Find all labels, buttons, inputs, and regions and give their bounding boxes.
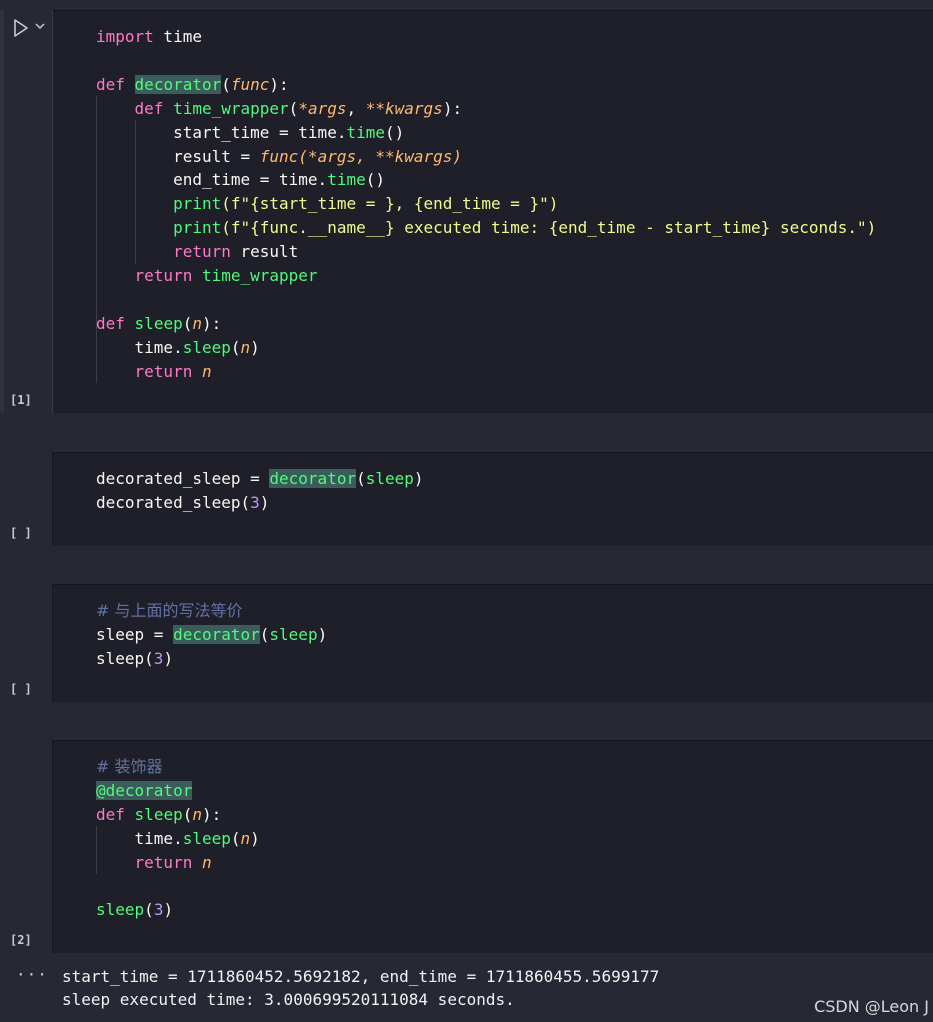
param: *args <box>298 98 347 118</box>
number-literal: 3 <box>250 492 260 512</box>
code-editor[interactable]: import time def decorator(func): def tim… <box>52 10 933 413</box>
keyword: return <box>134 266 193 286</box>
code-text[interactable]: import time def decorator(func): def tim… <box>96 25 876 384</box>
cell-output: ··· start_time = 1711860452.5692182, end… <box>0 955 933 1022</box>
function-name-highlight: decorator <box>134 74 222 94</box>
keyword: def <box>96 804 125 824</box>
code-token: result <box>230 242 299 262</box>
comment: # 装饰器 <box>96 757 163 776</box>
number-literal: 3 <box>153 900 164 920</box>
code-token: result = <box>173 146 260 166</box>
code-token: decorated_sleep = <box>96 469 270 488</box>
cell-gutter: [ ] <box>0 452 52 546</box>
comment: # 与上面的写法等价 <box>96 601 243 620</box>
code-cell-3[interactable]: [ ] # 与上面的写法等价 sleep = decorator(sleep) … <box>0 584 933 702</box>
code-token: ) <box>163 648 174 668</box>
output-text: start_time = 1711860452.5692182, end_tim… <box>62 965 659 1011</box>
param: n <box>201 852 212 872</box>
chevron-down-icon[interactable] <box>34 20 46 32</box>
function-name: sleep <box>134 313 183 333</box>
code-token: time. <box>134 828 183 848</box>
code-cell-4[interactable]: [2] # 装饰器 @decorator def sleep(n): time.… <box>0 740 933 953</box>
code-token: () <box>365 170 385 190</box>
execution-count: [ ] <box>10 526 32 540</box>
function-name-highlight: decorator <box>269 469 357 488</box>
module-name: time <box>153 27 202 46</box>
code-token: time_wrapper <box>192 266 318 286</box>
function-call: time <box>346 122 385 142</box>
keyword: return <box>134 852 193 872</box>
code-cell-2[interactable]: [ ] decorated_sleep = decorator(sleep) d… <box>0 452 933 546</box>
function-call: func <box>259 146 299 166</box>
builtin-call: print <box>173 218 222 238</box>
code-token: start_time = time. <box>173 122 347 142</box>
param: n <box>192 313 202 333</box>
code-token: sleep( <box>96 648 154 668</box>
keyword: def <box>96 74 125 94</box>
code-editor[interactable]: # 与上面的写法等价 sleep = decorator(sleep) slee… <box>52 584 933 702</box>
code-token: () <box>384 122 405 142</box>
function-call: time <box>327 170 366 190</box>
code-text[interactable]: # 装饰器 @decorator def sleep(n): time.slee… <box>96 755 260 922</box>
function-name: sleep <box>134 804 183 824</box>
function-call: sleep <box>182 828 231 848</box>
function-call: sleep <box>96 900 145 920</box>
cell-gutter: [1] <box>0 10 52 413</box>
keyword: return <box>173 242 231 262</box>
code-token: sleep = <box>96 624 174 644</box>
param: n <box>201 361 212 381</box>
string-literal: (f"{start_time = }, {end_time = }") <box>221 194 559 214</box>
cell-gutter: [ ] <box>0 584 52 702</box>
keyword: def <box>96 313 125 333</box>
keyword: import <box>96 27 154 46</box>
execution-count: [ ] <box>10 682 32 696</box>
code-cell-1[interactable]: [1] import time def decorator(func): def… <box>0 10 933 413</box>
code-editor[interactable]: decorated_sleep = decorator(sleep) decor… <box>52 452 933 546</box>
run-cell-icon[interactable] <box>12 18 30 38</box>
code-token: decorated_sleep( <box>96 492 251 512</box>
code-text[interactable]: # 与上面的写法等价 sleep = decorator(sleep) slee… <box>96 599 327 671</box>
output-line: start_time = 1711860452.5692182, end_tim… <box>62 967 660 986</box>
param: n <box>192 804 202 824</box>
function-name: time_wrapper <box>173 98 289 118</box>
output-line: sleep executed time: 3.000699520111084 s… <box>62 990 515 1009</box>
watermark: CSDN @Leon J <box>814 997 929 1016</box>
function-ref: sleep <box>269 624 318 644</box>
function-call: sleep <box>182 337 231 357</box>
code-token: (*args, **kwargs) <box>298 146 463 166</box>
param: func <box>230 74 270 94</box>
param: n <box>240 337 251 357</box>
function-name-highlight: decorator <box>173 624 260 644</box>
code-text[interactable]: decorated_sleep = decorator(sleep) decor… <box>96 467 424 515</box>
param: **kwargs <box>365 98 443 118</box>
output-menu-icon[interactable]: ··· <box>16 965 48 984</box>
execution-count: [1] <box>10 393 32 407</box>
decorator-highlight: @decorator <box>96 780 193 800</box>
execution-count: [2] <box>10 933 32 947</box>
number-literal: 3 <box>153 648 164 668</box>
code-token: ) <box>259 492 270 512</box>
active-cell-indicator <box>0 10 4 413</box>
code-editor[interactable]: # 装饰器 @decorator def sleep(n): time.slee… <box>52 740 933 953</box>
keyword: def <box>134 98 164 118</box>
cell-gutter: [2] <box>0 740 52 953</box>
param: n <box>240 828 251 848</box>
string-literal: (f"{func.__name__} executed time: {end_t… <box>221 218 877 238</box>
builtin-call: print <box>173 194 222 214</box>
code-token: end_time = time. <box>173 170 328 190</box>
keyword: return <box>134 361 193 381</box>
function-ref: sleep <box>365 469 414 488</box>
code-token: time. <box>134 337 183 357</box>
